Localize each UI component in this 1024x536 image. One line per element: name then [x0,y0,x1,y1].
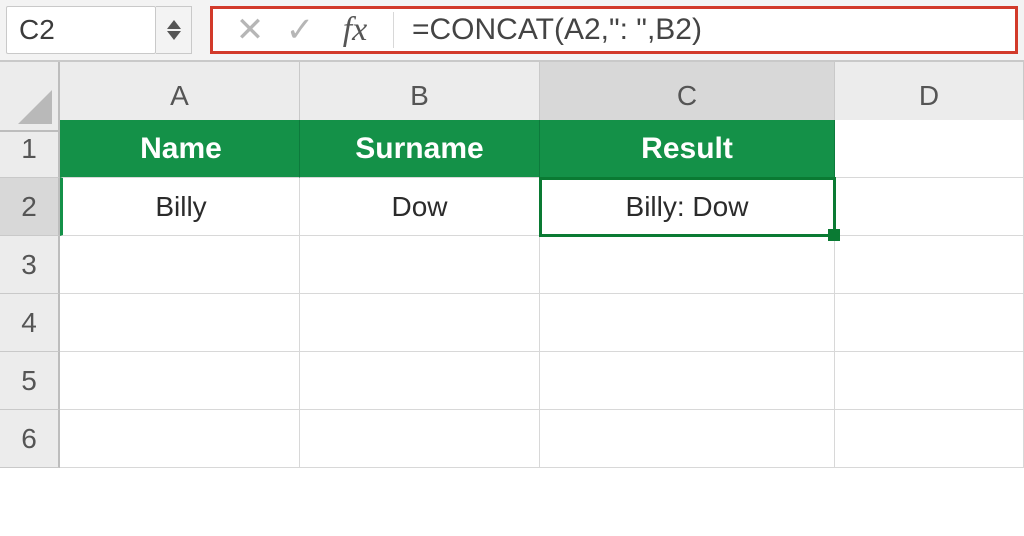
cell-B5[interactable] [300,352,540,410]
grid: A B C D 1 Name Surname Result 2 Billy Do… [0,62,1024,468]
row-head-2[interactable]: 2 [0,178,60,236]
row-head-5[interactable]: 5 [0,352,60,410]
cell-A6[interactable] [60,410,300,468]
check-icon: ✓ [286,10,315,50]
cell-A4[interactable] [60,294,300,352]
x-icon: ✕ [236,10,265,50]
cell-D6[interactable] [835,410,1024,468]
cell-A2[interactable]: Billy [60,178,300,236]
cell-D3[interactable] [835,236,1024,294]
fx-icon: fx [343,11,368,49]
cell-B2[interactable]: Dow [300,178,540,236]
row-head-6[interactable]: 6 [0,410,60,468]
cell-C2-value: Billy: Dow [626,191,749,223]
chevron-up-icon [167,20,181,29]
cell-B6[interactable] [300,410,540,468]
cell-C3[interactable] [540,236,835,294]
cell-D4[interactable] [835,294,1024,352]
cell-D1[interactable] [835,120,1024,178]
formula-input[interactable] [402,12,1015,48]
fill-handle[interactable] [828,229,840,241]
cell-D5[interactable] [835,352,1024,410]
name-box-stepper[interactable] [156,6,192,54]
divider [393,12,394,48]
formula-input-group: ✕ ✓ fx [210,6,1018,54]
cell-B4[interactable] [300,294,540,352]
cell-B3[interactable] [300,236,540,294]
cell-C5[interactable] [540,352,835,410]
select-all-corner[interactable] [0,62,60,132]
chevron-down-icon [167,31,181,40]
name-box[interactable]: C2 [6,6,156,54]
cell-B1[interactable]: Surname [300,120,540,178]
row-head-3[interactable]: 3 [0,236,60,294]
name-box-value: C2 [19,14,55,46]
cell-D2[interactable] [835,178,1024,236]
formula-bar: C2 ✕ ✓ fx [0,0,1024,62]
cell-A5[interactable] [60,352,300,410]
confirm-formula-button[interactable]: ✓ [275,10,325,50]
cell-A1[interactable]: Name [60,120,300,178]
spreadsheet: A B C D 1 Name Surname Result 2 Billy Do… [0,62,1024,536]
cell-C2[interactable]: Billy: Dow [540,178,835,236]
insert-function-button[interactable]: fx [325,11,385,49]
cell-C6[interactable] [540,410,835,468]
cancel-formula-button[interactable]: ✕ [225,10,275,50]
row-head-4[interactable]: 4 [0,294,60,352]
cell-A3[interactable] [60,236,300,294]
cell-C4[interactable] [540,294,835,352]
cell-C1[interactable]: Result [540,120,835,178]
